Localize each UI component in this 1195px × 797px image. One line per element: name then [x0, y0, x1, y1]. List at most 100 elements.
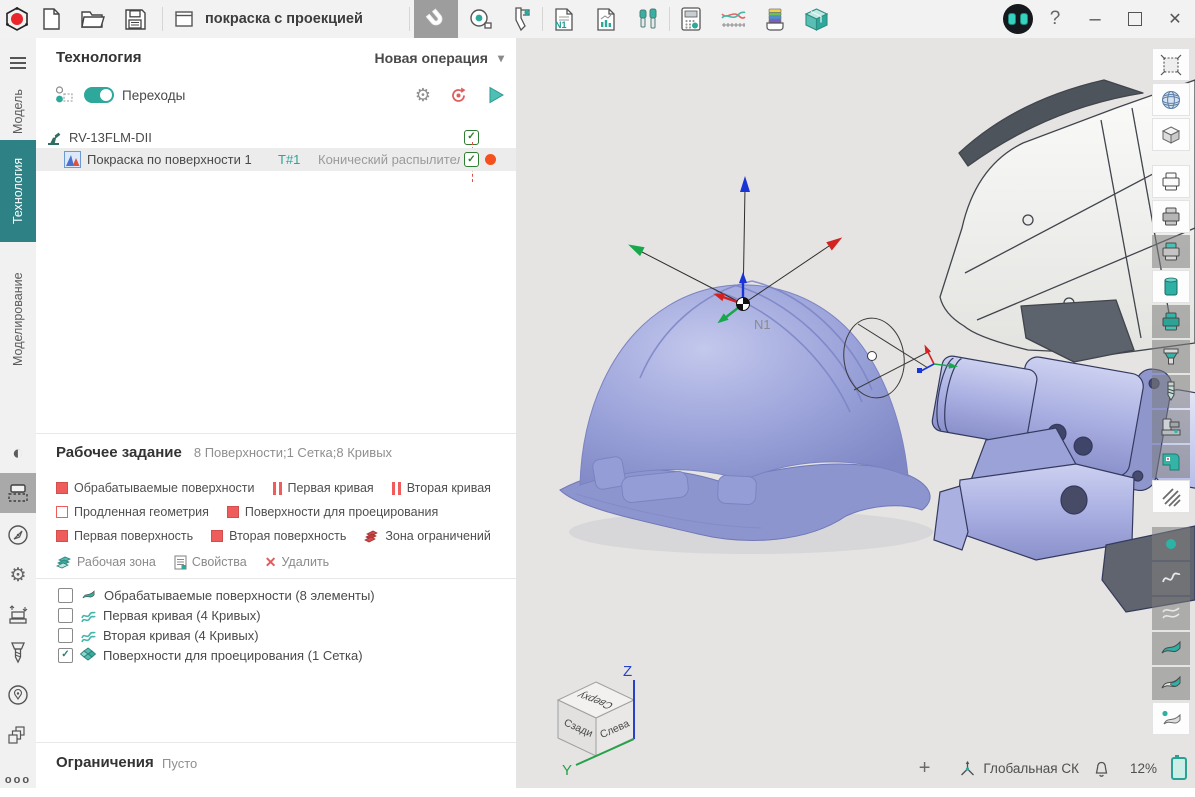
navigation-button[interactable]: [0, 518, 36, 552]
help-button[interactable]: ?: [1035, 0, 1075, 38]
job-item-checkbox[interactable]: ✓: [58, 588, 73, 603]
operation-enabled-checkbox[interactable]: ✓: [464, 152, 479, 167]
curve-icon: [80, 628, 96, 643]
properties-button[interactable]: Свойства: [174, 555, 247, 570]
machine-teal-icon: [1159, 450, 1183, 474]
transitions-toggle[interactable]: [84, 87, 114, 103]
tool-holder-button-4[interactable]: [1152, 305, 1190, 338]
tool-spool-gray-icon: [1159, 205, 1183, 229]
assistant-button[interactable]: [1001, 2, 1035, 36]
machine-view-button[interactable]: [1152, 410, 1190, 443]
open-file-button[interactable]: [76, 2, 110, 36]
tool-cylinder-button[interactable]: [1152, 270, 1190, 303]
new-file-button[interactable]: [34, 2, 68, 36]
view-cube[interactable]: Сверху Сзади Слева Z Y: [558, 663, 634, 779]
toolpath-hatch-button[interactable]: [1152, 480, 1190, 513]
zoom-window-button[interactable]: [1152, 48, 1190, 81]
magnet-icon: [424, 7, 448, 31]
job-item-checkbox[interactable]: ✓: [58, 648, 73, 663]
tool-holder-button-2[interactable]: [1152, 200, 1190, 233]
tool-spool-tealtop-icon: [1159, 240, 1183, 264]
shaded-view-button[interactable]: [1152, 83, 1190, 116]
save-button[interactable]: [118, 2, 152, 36]
tool-holder-button-1[interactable]: [1152, 165, 1190, 198]
maximize-button[interactable]: [1115, 0, 1155, 38]
workpiece-setup-button[interactable]: [0, 598, 36, 632]
gear-icon: ⚙: [9, 566, 26, 585]
measure-tape-button[interactable]: [464, 2, 498, 36]
show-curves-button[interactable]: [1152, 562, 1190, 595]
job-item-checkbox[interactable]: ✓: [58, 628, 73, 643]
tab-technology[interactable]: Технология: [0, 140, 36, 242]
tab-model[interactable]: Модель: [0, 83, 36, 141]
delete-button[interactable]: ✕ Удалить: [265, 554, 329, 571]
cube-axis-y: Y: [562, 762, 572, 779]
tree-row-operation[interactable]: Покраска по поверхности 1 Т#1 Конический…: [36, 148, 516, 171]
feeds-speeds-button[interactable]: [0, 678, 36, 712]
tool-cone-button[interactable]: [1152, 340, 1190, 373]
graphs-button[interactable]: [716, 2, 750, 36]
wireframe-box-button[interactable]: [1152, 118, 1190, 151]
copies-button[interactable]: [0, 718, 36, 752]
red-bars-icon: [392, 482, 401, 495]
workpiece-arrows-icon: [6, 603, 30, 627]
tool-badge[interactable]: Т#1: [278, 152, 300, 167]
display-mode-button[interactable]: ◐: [0, 436, 36, 470]
more-options-button[interactable]: ooo: [0, 763, 36, 797]
minimize-button[interactable]: –: [1075, 0, 1115, 38]
legend-machined-surfaces[interactable]: Обрабатываемые поверхности: [56, 481, 255, 495]
operation-name: Покраска по поверхности 1: [87, 152, 252, 167]
legend-second-curve[interactable]: Вторая кривая: [392, 481, 491, 495]
settings-button[interactable]: ⚙: [0, 558, 36, 592]
caliper-button[interactable]: [504, 2, 538, 36]
machine-gray-icon: [1159, 415, 1183, 439]
add-cs-button[interactable]: +: [919, 757, 931, 780]
snap-magnet-button[interactable]: [414, 0, 458, 38]
show-mesh-button[interactable]: [1152, 702, 1190, 735]
legend-extended-geometry[interactable]: Продленная геометрия: [56, 505, 209, 519]
tool-holder-button-3[interactable]: [1152, 235, 1190, 268]
job-legend-row: Продленная геометрия Поверхности для про…: [56, 502, 508, 522]
legend-first-curve[interactable]: Первая кривая: [273, 481, 374, 495]
stock-box-button[interactable]: [800, 2, 834, 36]
show-faces-button[interactable]: [1152, 667, 1190, 700]
additive-layers-button[interactable]: [758, 2, 792, 36]
close-button[interactable]: ✕: [1155, 0, 1195, 38]
tree-row-machine[interactable]: RV-13FLM-DII ✓: [36, 126, 516, 148]
notifications-bell-icon[interactable]: [1093, 760, 1110, 778]
operation-settings-button[interactable]: ⚙: [415, 86, 431, 104]
tab-modeling[interactable]: Моделирование: [0, 244, 36, 394]
tools-library-button[interactable]: [631, 2, 665, 36]
main-menu-button[interactable]: [0, 46, 36, 80]
tool-button[interactable]: [0, 636, 36, 670]
machining-button[interactable]: [0, 473, 36, 513]
job-item-row: ✓ Вторая кривая (4 Кривых): [58, 625, 259, 645]
coordinate-system-selector[interactable]: Глобальная СК: [958, 759, 1079, 778]
legend-first-surface[interactable]: Первая поверхность: [56, 529, 193, 543]
job-item-checkbox[interactable]: ✓: [58, 608, 73, 623]
legend-restriction-zone[interactable]: Зона ограничений: [364, 529, 490, 543]
new-operation-button[interactable]: Новая операция ▾: [375, 50, 504, 66]
app-logo-icon: [0, 2, 34, 36]
recalculate-button[interactable]: [449, 86, 468, 105]
machine-sim-button[interactable]: [1152, 445, 1190, 478]
more-dots-icon: ooo: [5, 774, 31, 786]
run-simulation-button[interactable]: [486, 85, 506, 105]
iso-box-icon: [1159, 123, 1183, 147]
show-surfaces-button[interactable]: [1152, 632, 1190, 665]
calculator-button[interactable]: [674, 2, 708, 36]
work-zone-button[interactable]: Рабочая зона: [56, 555, 156, 570]
legend-second-surface[interactable]: Вторая поверхность: [211, 529, 346, 543]
show-points-button[interactable]: [1152, 527, 1190, 560]
gcode-button[interactable]: N1: [547, 2, 581, 36]
show-waves-button[interactable]: [1152, 597, 1190, 630]
technology-panel: Технология Новая операция ▾ Переходы ⚙ R…: [36, 38, 517, 788]
report-button[interactable]: [589, 2, 623, 36]
drill-button[interactable]: [1152, 375, 1190, 408]
new-file-icon: [40, 7, 62, 31]
surface-flag-dot-icon: [1159, 707, 1183, 731]
3d-viewport[interactable]: N1 Сверху Сзади Слева Z Y: [516, 38, 1195, 788]
job-item-label: Вторая кривая (4 Кривых): [103, 628, 259, 643]
legend-projection-surfaces[interactable]: Поверхности для проецирования: [227, 505, 438, 519]
helmet-model[interactable]: [560, 281, 930, 540]
